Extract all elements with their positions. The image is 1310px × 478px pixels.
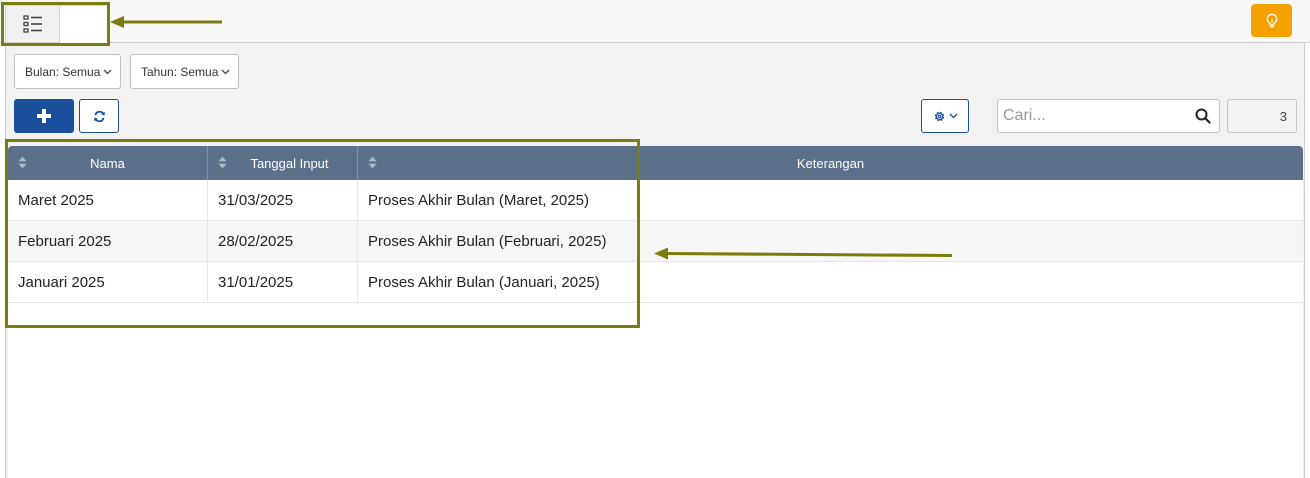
plus-icon [37, 109, 51, 123]
add-button[interactable] [14, 99, 74, 133]
refresh-icon [93, 110, 105, 122]
annotation-arrow [654, 247, 953, 260]
month-filter[interactable]: Bulan: Semua [14, 54, 121, 89]
year-filter-label: Tahun: Semua [141, 64, 219, 79]
search-input[interactable] [998, 100, 1188, 132]
year-filter[interactable]: Tahun: Semua [130, 54, 239, 89]
month-filter-label: Bulan: Semua [25, 64, 101, 79]
highlight-box-table [5, 139, 640, 328]
record-count: 3 [1227, 99, 1297, 133]
refresh-button[interactable] [79, 99, 119, 133]
annotation-arrow [110, 16, 222, 28]
record-count-value: 3 [1279, 108, 1287, 124]
column-header-label: Keterangan [796, 155, 865, 171]
search-icon[interactable] [1195, 108, 1211, 124]
highlight-box-tabs [1, 2, 110, 46]
chevron-down-icon [221, 69, 230, 74]
column-settings-button[interactable] [921, 99, 969, 133]
gear-icon [934, 111, 944, 121]
chevron-down-icon [949, 113, 957, 119]
tips-button[interactable] [1251, 4, 1292, 37]
search-box [997, 99, 1220, 133]
chevron-down-icon [103, 69, 112, 74]
lightbulb-icon [1266, 13, 1277, 27]
